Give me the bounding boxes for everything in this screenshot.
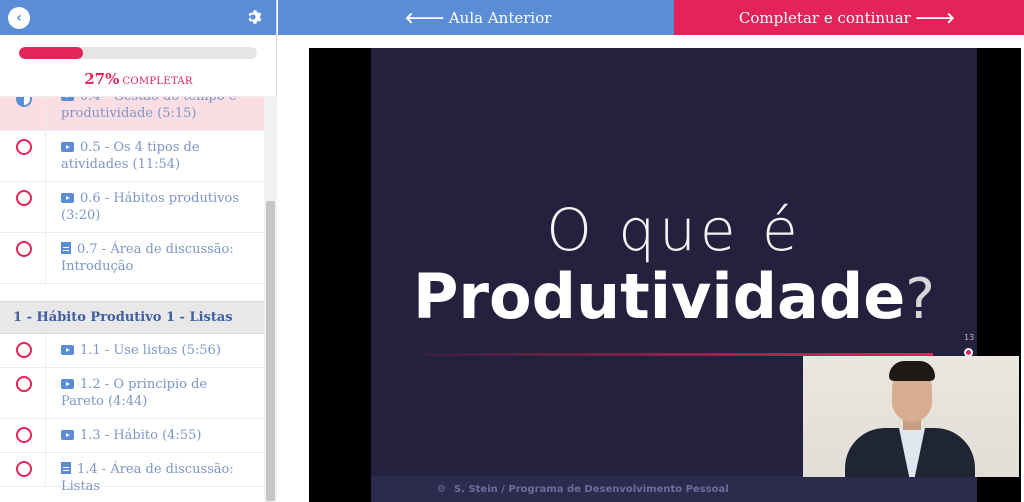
- lesson-item[interactable]: 0.4 - Gestão do tempo e produtividade (5…: [0, 97, 264, 131]
- not-started-status-icon: [16, 376, 32, 392]
- slide-footer-gear-icon: ⚙: [437, 484, 446, 495]
- lesson-item[interactable]: 0.7 - Área de discussão: Introdução: [0, 233, 264, 284]
- progress-bar-fill: [19, 47, 84, 59]
- slide-heading: O que é: [546, 196, 802, 264]
- lesson-item[interactable]: 0.6 - Hábitos produtivos (3:20): [0, 182, 264, 233]
- course-progress: 27% COMPLETAR: [0, 35, 276, 97]
- lesson-item[interactable]: 1.1 - Use listas (5:56): [0, 334, 264, 368]
- progress-percent: 27%: [84, 70, 120, 88]
- play-icon: [61, 345, 74, 355]
- lesson-title: 1.1 - Use listas (5:56): [80, 343, 221, 358]
- play-icon: [61, 430, 74, 440]
- back-arrow-icon[interactable]: ‹: [8, 7, 30, 29]
- not-started-status-icon: [16, 241, 32, 257]
- complete-and-continue-button[interactable]: Completar e continuar 🡒: [674, 0, 1024, 35]
- gear-icon[interactable]: [246, 8, 264, 26]
- slide-title-text: Produtividade: [412, 260, 906, 333]
- lesson-title: 0.7 - Área de discussão: Introdução: [61, 242, 234, 274]
- play-icon: [61, 142, 74, 152]
- sidebar-scrollbar[interactable]: [264, 97, 277, 502]
- lesson-title: 1.2 - O principio de Pareto (4:44): [61, 377, 208, 409]
- not-started-status-icon: [16, 139, 32, 155]
- in-progress-status-icon: [16, 97, 32, 107]
- progress-word: COMPLETAR: [122, 76, 193, 87]
- lesson-item[interactable]: 1.4 - Área de discussão: Listas: [0, 453, 264, 494]
- arrow-right-icon: 🡒: [914, 9, 956, 27]
- previous-lesson-label: Aula Anterior: [448, 8, 552, 27]
- lesson-item[interactable]: 0.5 - Os 4 tipos de atividades (11:54): [0, 131, 264, 182]
- sidebar-header: ‹: [0, 0, 276, 35]
- video-player[interactable]: O que é Produtividade? 13 ⚙ S. Stein / Pr…: [309, 48, 1021, 502]
- document-icon: [61, 242, 71, 254]
- slide-number: 13: [964, 333, 975, 342]
- slide-question-mark: ?: [905, 267, 936, 332]
- lesson-item[interactable]: 1.3 - Hábito (4:55): [0, 419, 264, 453]
- lesson-title: 0.4 - Gestão do tempo e produtividade (5…: [61, 97, 237, 121]
- not-started-status-icon: [16, 427, 32, 443]
- complete-continue-label: Completar e continuar: [738, 8, 911, 27]
- progress-bar: [19, 47, 257, 59]
- previous-lesson-button[interactable]: 🡐 Aula Anterior: [278, 0, 674, 35]
- not-started-status-icon: [16, 342, 32, 358]
- not-started-status-icon: [16, 190, 32, 206]
- slide-title: Produtividade?: [371, 260, 977, 333]
- progress-label: 27% COMPLETAR: [0, 69, 276, 88]
- lesson-title: 1.4 - Área de discussão: Listas: [61, 462, 234, 494]
- lesson-item[interactable]: 1.2 - O principio de Pareto (4:44): [0, 368, 264, 419]
- arrow-left-icon: 🡐: [404, 9, 445, 27]
- document-icon: [61, 462, 71, 474]
- slide-footer: ⚙ S. Stein / Programa de Desenvolvimento …: [371, 476, 977, 502]
- play-icon: [61, 97, 74, 101]
- scrollbar-thumb[interactable]: [266, 201, 275, 501]
- play-icon: [61, 379, 74, 389]
- lesson-title: 0.5 - Os 4 tipos de atividades (11:54): [61, 140, 200, 172]
- play-icon: [61, 193, 74, 203]
- section-header[interactable]: 1 - Hábito Produtivo 1 - Listas: [0, 301, 264, 334]
- presenter-webcam: [803, 356, 1019, 477]
- lesson-title: 0.6 - Hábitos produtivos (3:20): [61, 191, 240, 223]
- slide-footer-text: S. Stein / Programa de Desenvolvimento P…: [453, 484, 729, 495]
- not-started-status-icon: [16, 461, 32, 477]
- lesson-list: 0.4 - Gestão do tempo e produtividade (5…: [0, 97, 264, 502]
- lesson-title: 1.3 - Hábito (4:55): [80, 428, 202, 443]
